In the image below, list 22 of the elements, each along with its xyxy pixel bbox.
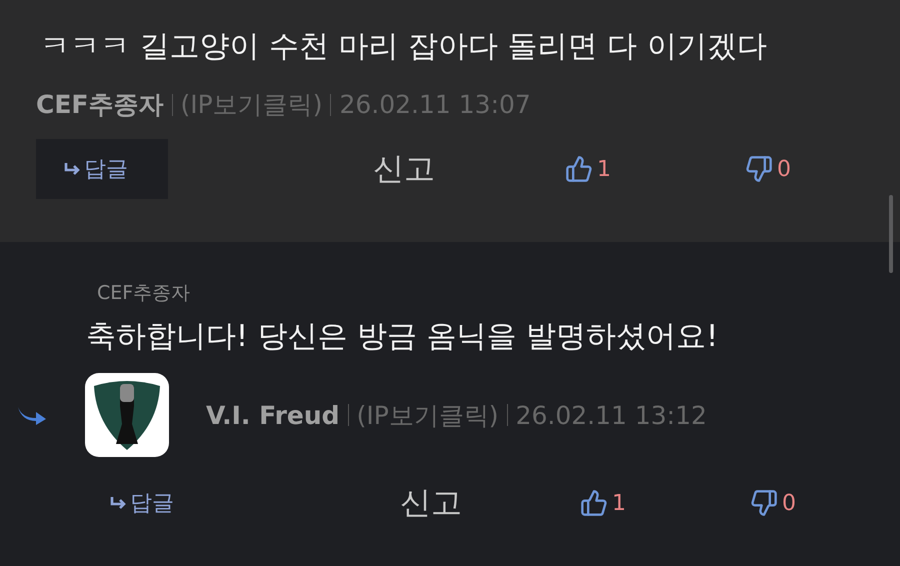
reply-to-name: CEF추종자 (96, 281, 192, 306)
reply-button[interactable]: 답글 (110, 483, 174, 523)
like-button[interactable]: 1 (580, 489, 626, 517)
comment-author[interactable]: V.I. Freud (206, 400, 340, 430)
comment-text: ㅋㅋㅋ 길고양이 수천 마리 잡아다 돌리면 다 이기겠다 (40, 29, 767, 64)
reply-arrow-icon (64, 162, 82, 176)
dislike-button[interactable]: 0 (750, 489, 796, 517)
comment-author[interactable]: CEF추종자 (36, 88, 164, 121)
report-button[interactable]: 신고 (373, 148, 435, 190)
scrollbar[interactable] (889, 195, 893, 273)
comment-text: 축하합니다! 당신은 방금 옴닉을 발명하셨어요! (86, 319, 718, 354)
thumbs-up-icon (565, 155, 593, 183)
comment-time: 26.02.11 13:12 (516, 400, 707, 430)
thumbs-down-icon (750, 489, 778, 517)
comment-time: 26.02.11 13:07 (339, 90, 531, 119)
dislike-button[interactable]: 0 (745, 155, 791, 183)
report-button[interactable]: 신고 (400, 482, 462, 524)
reply-button[interactable]: 답글 (36, 139, 168, 199)
thumbs-up-icon (580, 489, 608, 517)
thumbs-down-icon (745, 155, 773, 183)
reply-arrow-icon (110, 496, 128, 510)
like-button[interactable]: 1 (565, 155, 611, 183)
